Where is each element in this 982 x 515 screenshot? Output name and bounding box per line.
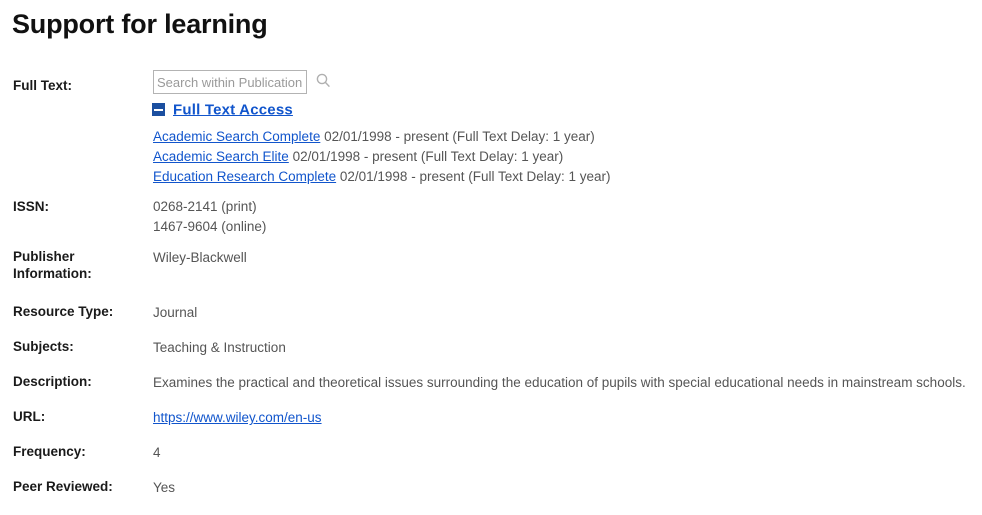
detail-row-frequency: Frequency: 4 [0, 443, 982, 478]
publisher-label-line2: Information: [13, 266, 92, 281]
detail-row-publisher: Publisher Information: Wiley-Blackwell [0, 248, 982, 303]
detail-row-issn: ISSN: 0268-2141 (print) 1467-9604 (onlin… [0, 198, 982, 248]
detail-row-subjects: Subjects: Teaching & Instruction [0, 338, 982, 373]
publisher-value: Wiley-Blackwell [153, 250, 247, 265]
minus-square-icon[interactable] [152, 103, 165, 117]
database-link[interactable]: Academic Search Complete [153, 129, 320, 144]
resource-type-label: Resource Type: [13, 304, 114, 319]
list-item: Academic Search Elite 02/01/1998 - prese… [153, 147, 611, 167]
url-label: URL: [13, 409, 46, 424]
publication-details-page: Support for learning Full Text: Full Tex… [0, 0, 982, 515]
detail-row-resource-type: Resource Type: Journal [0, 303, 982, 338]
database-coverage: 02/01/1998 - present (Full Text Delay: 1… [339, 169, 611, 184]
resource-type-value: Journal [153, 305, 198, 320]
details-list: Full Text: Full Text Access Academic Sea… [0, 70, 982, 513]
publisher-label: Publisher Information: [13, 248, 145, 282]
search-within-publication [153, 70, 331, 96]
database-coverage-list: Academic Search Complete 02/01/1998 - pr… [153, 127, 611, 187]
full-text-label: Full Text: [13, 78, 72, 93]
detail-row-url: URL: https://www.wiley.com/en-us [0, 408, 982, 443]
database-coverage: 02/01/1998 - present (Full Text Delay: 1… [292, 149, 564, 164]
full-text-access-link[interactable]: Full Text Access [173, 101, 293, 118]
subjects-value: Teaching & Instruction [153, 340, 286, 355]
detail-row-description: Description: Examines the practical and … [0, 373, 982, 408]
database-coverage: 02/01/1998 - present (Full Text Delay: 1… [324, 129, 595, 144]
frequency-value: 4 [153, 445, 161, 460]
list-item: Academic Search Complete 02/01/1998 - pr… [153, 127, 611, 147]
issn-print: 0268-2141 (print) [153, 199, 257, 214]
description-label: Description: [13, 374, 92, 389]
search-icon[interactable] [316, 73, 331, 93]
publisher-label-line1: Publisher [13, 249, 75, 264]
issn-label: ISSN: [13, 199, 50, 214]
detail-row-peer-reviewed: Peer Reviewed: Yes [0, 478, 982, 513]
subjects-label: Subjects: [13, 339, 74, 354]
database-link[interactable]: Academic Search Elite [153, 149, 289, 164]
database-link[interactable]: Education Research Complete [153, 169, 336, 184]
detail-row-full-text: Full Text: Full Text Access Academic Sea… [0, 70, 982, 198]
description-value: Examines the practical and theoretical i… [153, 375, 966, 390]
full-text-access-header: Full Text Access [152, 101, 293, 119]
frequency-label: Frequency: [13, 444, 86, 459]
list-item: Education Research Complete 02/01/1998 -… [153, 167, 611, 187]
peer-reviewed-label: Peer Reviewed: [13, 479, 113, 494]
page-title: Support for learning [12, 9, 268, 39]
url-value-wrap: https://www.wiley.com/en-us [153, 408, 322, 428]
search-input[interactable] [153, 70, 307, 94]
peer-reviewed-value: Yes [153, 480, 176, 495]
issn-online: 1467-9604 (online) [153, 219, 267, 234]
issn-values: 0268-2141 (print) 1467-9604 (online) [153, 197, 266, 237]
url-link[interactable]: https://www.wiley.com/en-us [153, 410, 322, 425]
